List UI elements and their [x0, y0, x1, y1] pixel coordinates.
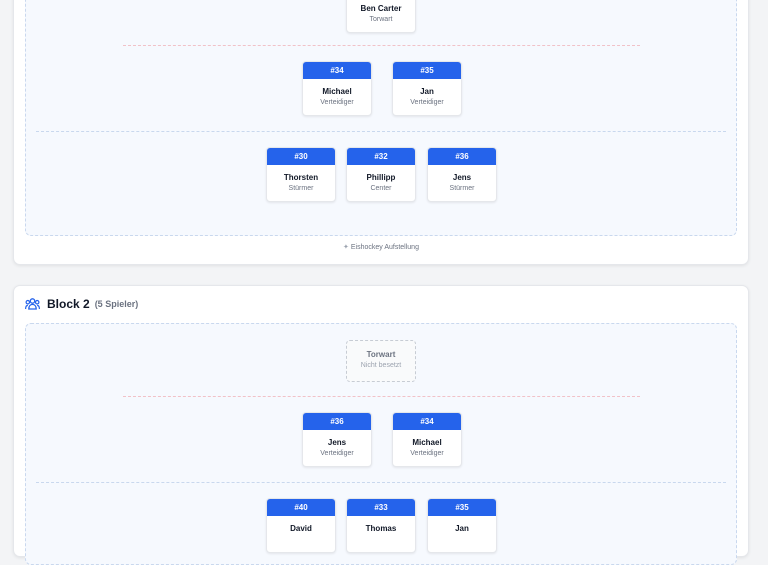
player-card-forward[interactable]: #40 David — [266, 498, 336, 553]
player-number: #33 — [347, 499, 415, 516]
player-name: Michael — [322, 87, 352, 96]
red-line — [123, 396, 640, 397]
player-name: Michael — [412, 438, 442, 447]
player-name: Ben Carter — [360, 4, 402, 13]
player-card-defense[interactable]: #35 Jan Verteidiger — [392, 61, 462, 116]
red-line — [123, 45, 640, 46]
player-position: Torwart — [369, 16, 393, 23]
blue-line — [36, 131, 726, 132]
player-name: Jan — [420, 87, 434, 96]
block-title: Block 2 — [47, 297, 90, 311]
player-number: #34 — [393, 413, 461, 430]
player-position: Center — [370, 185, 392, 192]
player-position: Stürmer — [449, 185, 475, 192]
users-icon — [25, 298, 40, 310]
block-card-2: Block 2 (5 Spieler) Torwart Nicht besetz… — [13, 285, 749, 565]
player-position: Verteidiger — [320, 99, 354, 106]
player-position: Verteidiger — [410, 99, 444, 106]
blue-line — [36, 482, 726, 483]
player-position: Verteidiger — [320, 450, 354, 457]
slot-subtitle: Nicht besetzt — [360, 362, 402, 369]
footer-label: Eishockey Aufstellung — [350, 244, 419, 251]
player-number: #35 — [428, 499, 496, 516]
player-name: Thorsten — [283, 173, 319, 182]
player-number: #36 — [428, 148, 496, 165]
player-count: (5 Spieler) — [94, 299, 139, 309]
slot-title: Torwart — [366, 350, 396, 359]
player-card-defense[interactable]: #36 Jens Verteidiger — [302, 412, 372, 467]
player-name: Jens — [327, 438, 347, 447]
player-position: Stürmer — [288, 185, 314, 192]
goalie-slot-empty[interactable]: Torwart Nicht besetzt — [346, 340, 416, 382]
player-card-forward[interactable]: #33 Thomas — [346, 498, 416, 553]
player-name: Phillipp — [366, 173, 396, 182]
player-position: Verteidiger — [410, 450, 444, 457]
player-number: #34 — [303, 62, 371, 79]
player-number: #40 — [267, 499, 335, 516]
player-card-goalie[interactable]: #5 Ben Carter Torwart — [346, 0, 416, 33]
rink-area: Torwart Nicht besetzt #36 Jens Verteidig… — [25, 323, 737, 565]
sparkle-icon: ✦ — [343, 244, 349, 251]
player-number: #32 — [347, 148, 415, 165]
player-number: #30 — [267, 148, 335, 165]
rink-area: #5 Ben Carter Torwart #34 Michael Vertei… — [25, 0, 737, 236]
player-card-forward[interactable]: #36 Jens Stürmer — [427, 147, 497, 202]
player-card-forward[interactable]: #30 Thorsten Stürmer — [266, 147, 336, 202]
player-number: #36 — [303, 413, 371, 430]
player-card-defense[interactable]: #34 Michael Verteidiger — [392, 412, 462, 467]
player-card-forward[interactable]: #35 Jan — [427, 498, 497, 553]
footer-note: ✦ Eishockey Aufstellung — [14, 243, 748, 251]
block-card-1: #5 Ben Carter Torwart #34 Michael Vertei… — [13, 0, 749, 265]
player-card-forward[interactable]: #32 Phillipp Center — [346, 147, 416, 202]
block-header: Block 2 (5 Spieler) — [25, 297, 138, 311]
player-card-defense[interactable]: #34 Michael Verteidiger — [302, 61, 372, 116]
player-number: #35 — [393, 62, 461, 79]
player-name: Jens — [452, 173, 472, 182]
